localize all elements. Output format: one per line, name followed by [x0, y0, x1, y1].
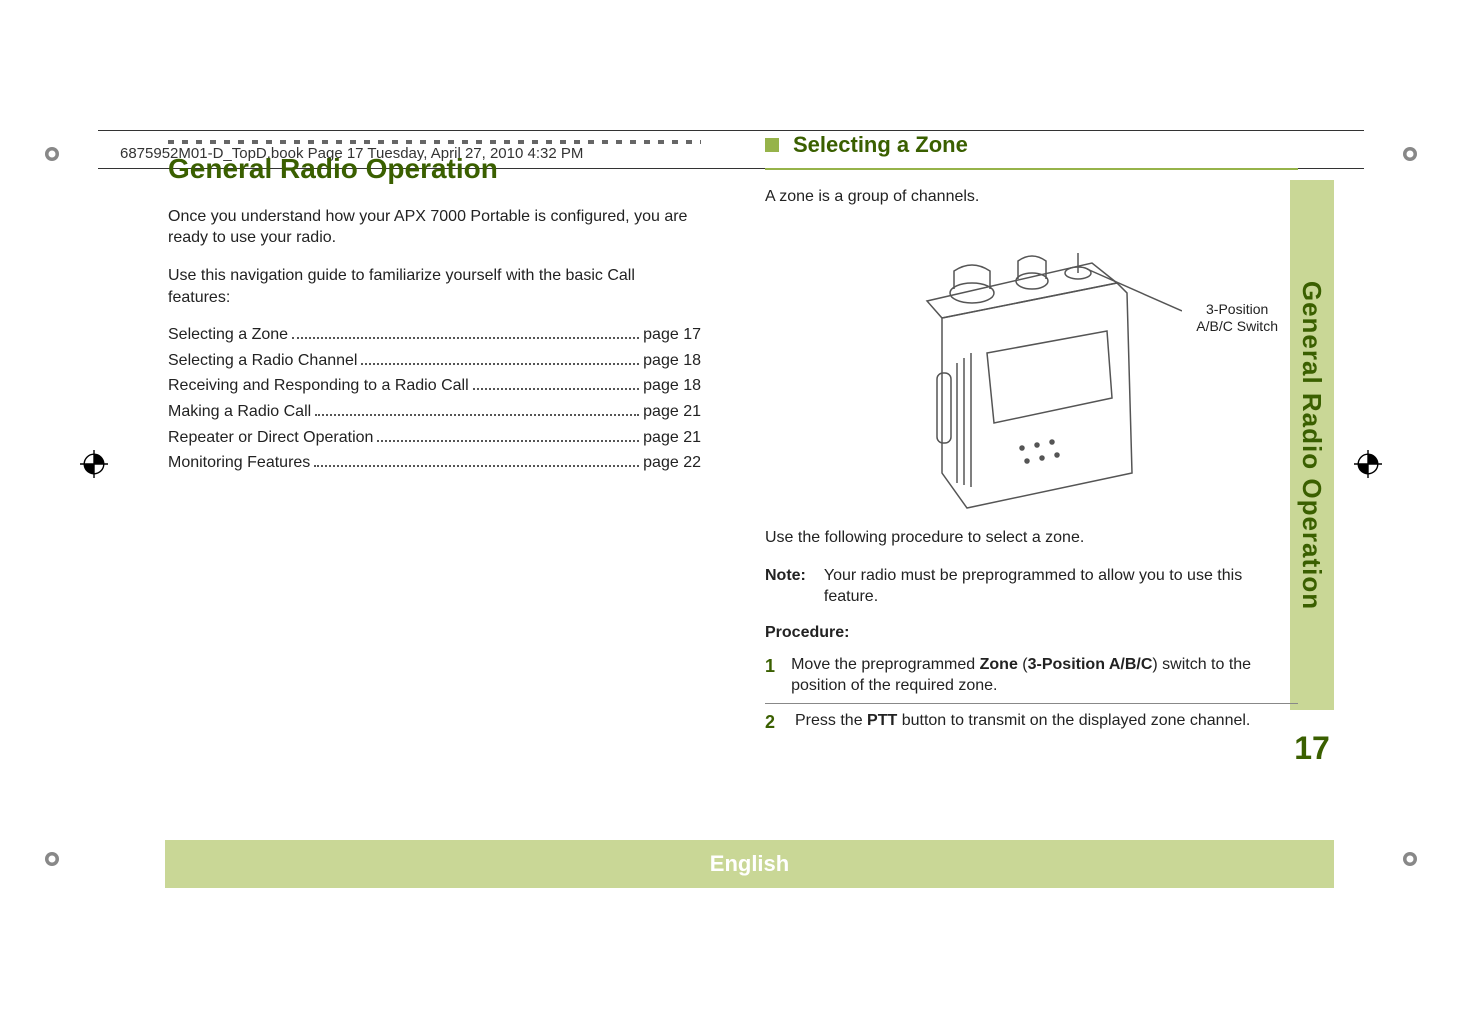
toc-label: Repeater or Direct Operation	[168, 427, 373, 449]
use-procedure-text: Use the following procedure to select a …	[765, 527, 1298, 549]
registration-mark-icon	[1354, 450, 1382, 478]
toc-row: Repeater or Direct Operation page 21	[168, 427, 701, 449]
intro-paragraph-2: Use this navigation guide to familiarize…	[168, 265, 701, 308]
intro-paragraph-1: Once you understand how your APX 7000 Po…	[168, 206, 701, 249]
step-text-part: Move the preprogrammed	[791, 656, 980, 673]
note-text: Your radio must be preprogrammed to allo…	[824, 565, 1298, 608]
step-text-bold: Zone	[980, 656, 1018, 673]
crop-mark-icon	[1396, 140, 1424, 168]
step-number: 2	[765, 710, 781, 734]
title-dash-rule	[168, 140, 701, 144]
toc-label: Selecting a Radio Channel	[168, 350, 357, 372]
toc-row: Selecting a Zone page 17	[168, 324, 701, 346]
subsection-rule	[765, 168, 1298, 170]
crop-mark-icon	[1396, 845, 1424, 873]
toc-page: page 18	[643, 350, 701, 372]
toc-leader-dots	[361, 363, 639, 365]
switch-callout: 3-Position A/B/C Switch	[1196, 301, 1278, 335]
step-text-bold: 3-Position A/B/C	[1028, 656, 1153, 673]
bullet-square-icon	[765, 138, 779, 152]
section-title: General Radio Operation	[168, 150, 701, 188]
toc-row: Monitoring Features page 22	[168, 452, 701, 474]
procedure-step: 1 Move the preprogrammed Zone (3-Positio…	[765, 654, 1298, 704]
manual-page: 6875952M01-D_TopD.book Page 17 Tuesday, …	[0, 0, 1462, 1013]
note-block: Note: Your radio must be preprogrammed t…	[765, 565, 1298, 608]
step-text-part: button to transmit on the displayed zone…	[897, 712, 1250, 729]
toc-label: Making a Radio Call	[168, 401, 311, 423]
toc-leader-dots	[473, 388, 640, 390]
toc-label: Monitoring Features	[168, 452, 310, 474]
toc-label: Receiving and Responding to a Radio Call	[168, 375, 469, 397]
subsection-title: Selecting a Zone	[793, 130, 968, 160]
left-column: General Radio Operation Once you underst…	[168, 130, 701, 830]
step-text: Move the preprogrammed Zone (3-Position …	[791, 654, 1298, 697]
toc-row: Receiving and Responding to a Radio Call…	[168, 375, 701, 397]
toc-page: page 21	[643, 401, 701, 423]
radio-top-illustration: 3-Position A/B/C Switch	[765, 223, 1298, 513]
toc-row: Selecting a Radio Channel page 18	[168, 350, 701, 372]
zone-intro: A zone is a group of channels.	[765, 186, 1298, 208]
registration-mark-icon	[80, 450, 108, 478]
procedure-label: Procedure:	[765, 622, 1298, 644]
content-area: General Radio Operation Once you underst…	[168, 130, 1298, 830]
crop-mark-icon	[38, 140, 66, 168]
step-text-part: (	[1018, 656, 1028, 673]
toc-page: page 17	[643, 324, 701, 346]
step-text-bold: PTT	[867, 712, 897, 729]
callout-line2: A/B/C Switch	[1196, 318, 1278, 335]
toc-leader-dots	[377, 440, 639, 442]
subsection-heading: Selecting a Zone	[765, 130, 1298, 160]
toc-leader-dots	[315, 414, 639, 416]
procedure-step: 2 Press the PTT button to transmit on th…	[765, 710, 1298, 740]
step-text-part: Press the	[795, 712, 867, 729]
section-tab-label: General Radio Operation	[1297, 280, 1328, 609]
callout-line1: 3-Position	[1196, 301, 1278, 318]
radio-illustration-icon	[882, 223, 1182, 513]
toc-leader-dots	[314, 465, 639, 467]
toc-page: page 18	[643, 375, 701, 397]
step-text: Press the PTT button to transmit on the …	[795, 710, 1250, 734]
step-number: 1	[765, 654, 777, 697]
language-bar: English	[165, 840, 1334, 888]
language-label: English	[710, 851, 789, 877]
crop-mark-icon	[38, 845, 66, 873]
note-label: Note:	[765, 565, 806, 608]
toc-page: page 21	[643, 427, 701, 449]
toc-list: Selecting a Zone page 17 Selecting a Rad…	[168, 324, 701, 474]
toc-label: Selecting a Zone	[168, 324, 288, 346]
toc-leader-dots	[292, 337, 639, 339]
toc-row: Making a Radio Call page 21	[168, 401, 701, 423]
toc-page: page 22	[643, 452, 701, 474]
right-column: Selecting a Zone A zone is a group of ch…	[765, 130, 1298, 830]
